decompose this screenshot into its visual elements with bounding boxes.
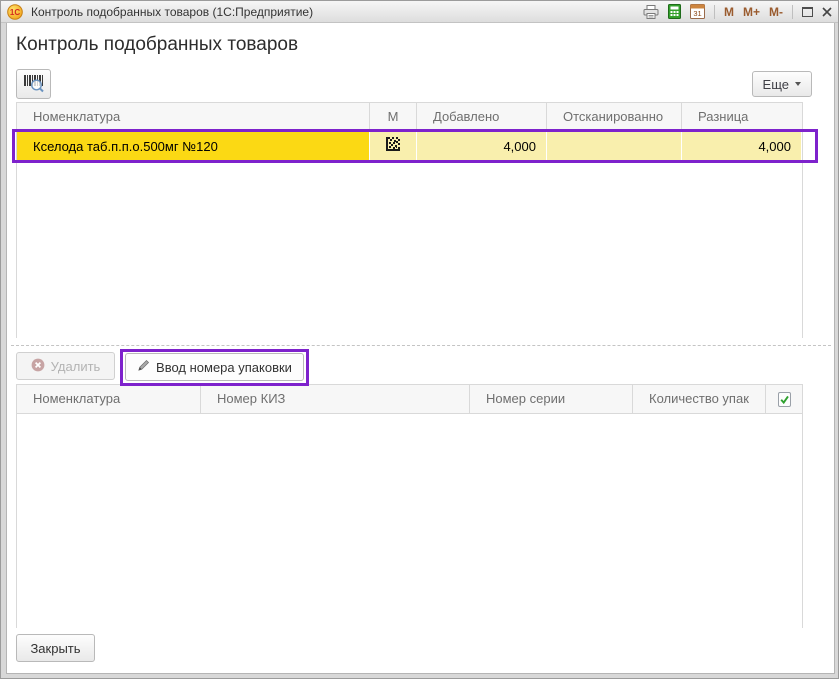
- svg-text:31: 31: [693, 9, 701, 18]
- column-header-series-number[interactable]: Номер серии: [470, 385, 633, 413]
- section-divider: [11, 345, 831, 346]
- column-header-package-count[interactable]: Количество упак: [633, 385, 766, 413]
- memory-m-plus-button[interactable]: M+: [743, 5, 760, 19]
- column-header-kiz-number[interactable]: Номер КИЗ: [201, 385, 470, 413]
- barcode-scan-button[interactable]: [16, 69, 51, 99]
- datamatrix-icon: [386, 132, 400, 161]
- column-header-difference[interactable]: Разница: [682, 103, 802, 131]
- column-header-scanned[interactable]: Отсканированно: [547, 103, 682, 131]
- chevron-down-icon: [795, 82, 801, 86]
- delete-button-label: Удалить: [51, 359, 101, 374]
- memory-m-button[interactable]: M: [724, 5, 734, 19]
- window-titlebar[interactable]: 1С Контроль подобранных товаров (1С:Пред…: [1, 1, 838, 23]
- titlebar-separator: [792, 5, 793, 19]
- form-content: Контроль подобранных товаров Еще: [6, 23, 835, 674]
- column-header-added[interactable]: Добавлено: [417, 103, 547, 131]
- close-button[interactable]: [822, 7, 832, 17]
- more-button[interactable]: Еще: [752, 71, 812, 97]
- titlebar-tools: 31 M M+ M-: [643, 4, 832, 19]
- cell-nomenclature[interactable]: Кселода таб.п.п.о.500мг №120: [17, 132, 370, 161]
- cell-added[interactable]: 4,000: [417, 132, 547, 161]
- barcode-search-icon: [22, 73, 46, 96]
- column-header-checked[interactable]: [766, 385, 802, 413]
- checked-document-icon: [777, 392, 792, 407]
- titlebar-separator: [714, 5, 715, 19]
- column-header-nomenclature[interactable]: Номенклатура: [17, 103, 370, 131]
- svg-text:1С: 1С: [10, 8, 20, 17]
- picked-goods-table-empty-area: [17, 161, 802, 338]
- more-button-label: Еще: [763, 77, 789, 92]
- delete-button[interactable]: Удалить: [16, 352, 115, 380]
- app-window: 1С Контроль подобранных товаров (1С:Пред…: [0, 0, 839, 679]
- 1c-logo-icon: 1С: [7, 4, 23, 20]
- close-form-button-label: Закрыть: [30, 641, 80, 656]
- calendar-icon[interactable]: 31: [690, 4, 705, 19]
- enter-package-number-button[interactable]: Ввод номера упаковки: [125, 353, 304, 381]
- page-title: Контроль подобранных товаров: [16, 34, 298, 56]
- kiz-table-header: Номенклатура Номер КИЗ Номер серии Колич…: [17, 385, 802, 414]
- cell-scanned[interactable]: [547, 132, 682, 161]
- delete-circle-x-icon: [31, 358, 45, 375]
- window-title: Контроль подобранных товаров (1С:Предпри…: [31, 5, 637, 19]
- cell-marking[interactable]: [370, 132, 417, 161]
- maximize-button[interactable]: [802, 7, 813, 17]
- close-form-button[interactable]: Закрыть: [16, 634, 95, 662]
- picked-goods-table-header: Номенклатура М Добавлено Отсканированно …: [17, 103, 802, 132]
- enter-package-number-label: Ввод номера упаковки: [156, 360, 292, 375]
- kiz-table: Номенклатура Номер КИЗ Номер серии Колич…: [16, 384, 803, 628]
- memory-m-minus-button[interactable]: M-: [769, 5, 783, 19]
- table-row[interactable]: Кселода таб.п.п.о.500мг №120: [17, 132, 802, 161]
- calculator-icon[interactable]: [668, 4, 681, 19]
- column-header-marking[interactable]: М: [370, 103, 417, 131]
- picked-goods-table: Номенклатура М Добавлено Отсканированно …: [16, 102, 803, 338]
- kiz-table-empty-area: [17, 414, 802, 628]
- column-header-nomenclature[interactable]: Номенклатура: [17, 385, 201, 413]
- cell-difference[interactable]: 4,000: [682, 132, 802, 161]
- printer-icon[interactable]: [643, 5, 659, 19]
- pen-icon: [137, 359, 150, 375]
